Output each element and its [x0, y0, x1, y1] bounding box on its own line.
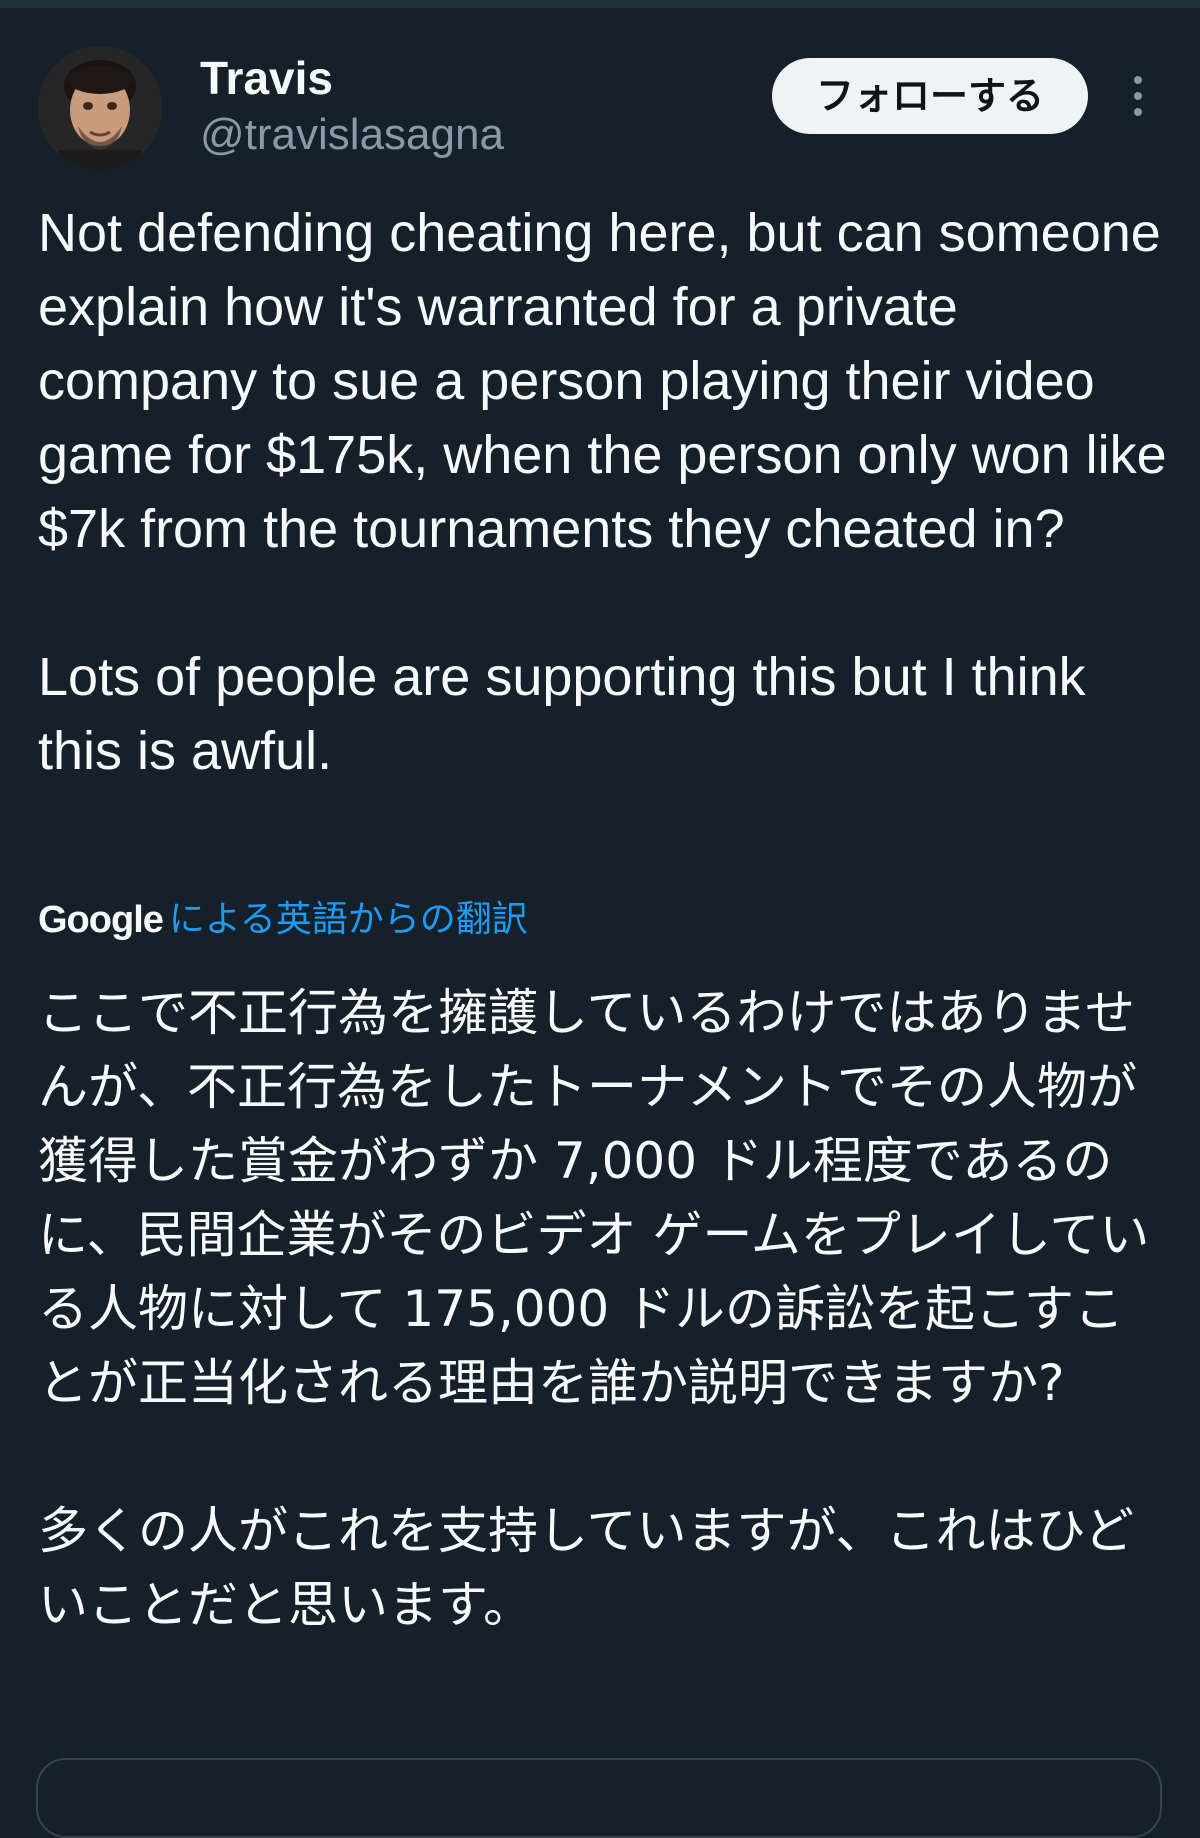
more-dot [1134, 92, 1142, 100]
avatar[interactable] [38, 46, 162, 170]
more-dots-icon[interactable] [1118, 72, 1158, 122]
translated-text: ここで不正行為を擁護しているわけではありませんが、不正行為をしたトーナメントでそ… [38, 976, 1168, 1642]
tweet-header: Travis @travislasagna フォローする [38, 46, 1168, 176]
translated-paragraph: 多くの人がこれを支持していますが、これはひどいことだと思います。 [38, 1502, 1134, 1634]
translated-paragraph: ここで不正行為を擁護しているわけではありませんが、不正行為をしたトーナメントでそ… [38, 984, 1150, 1412]
quoted-card[interactable] [36, 1758, 1162, 1838]
top-divider [0, 0, 1200, 8]
author-name[interactable]: Travis [200, 50, 333, 106]
tweet-text: Not defending cheating here, but can som… [38, 196, 1168, 788]
more-dot [1134, 108, 1142, 116]
tweet-paragraph: Not defending cheating here, but can som… [38, 203, 1167, 559]
tweet-paragraph: Lots of people are supporting this but I… [38, 647, 1086, 781]
translation-link[interactable]: による英語からの翻訳 [169, 899, 528, 940]
google-logo: Google [38, 899, 164, 941]
avatar-image [38, 46, 162, 170]
author-handle[interactable]: @travislasagna [200, 108, 504, 162]
more-dot [1134, 76, 1142, 84]
translation-attribution: Google による英語からの翻訳 [38, 892, 528, 948]
follow-button[interactable]: フォローする [772, 58, 1088, 134]
